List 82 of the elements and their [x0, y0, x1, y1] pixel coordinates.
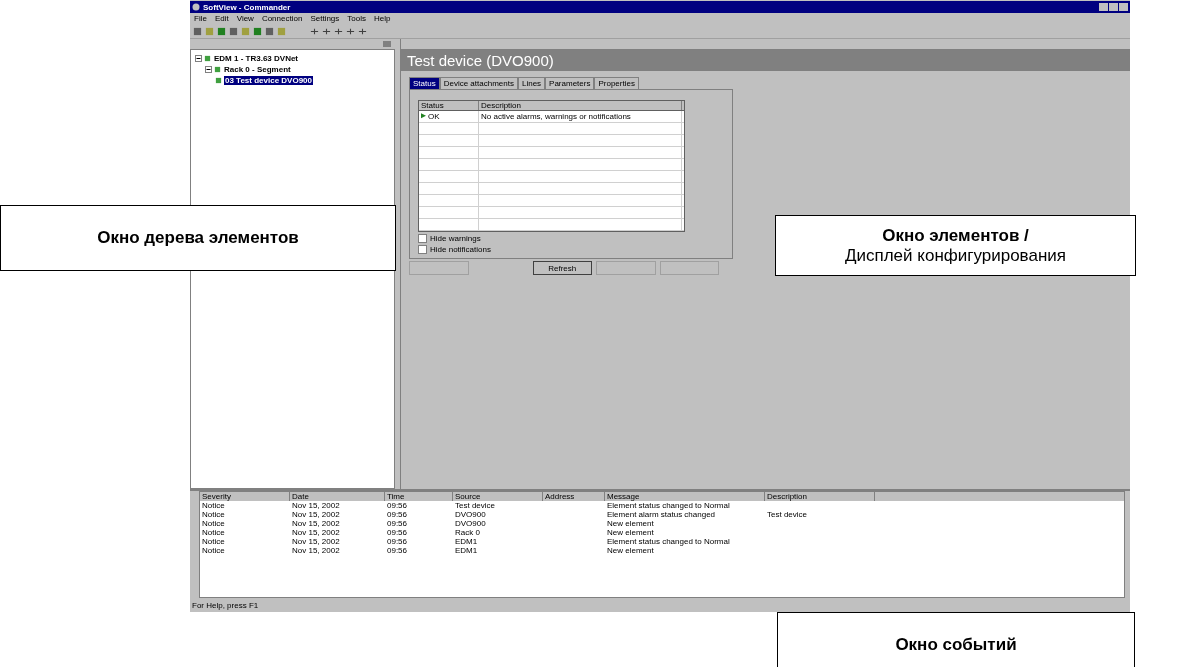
button[interactable]: Refresh	[532, 261, 592, 275]
table-cell: New element	[607, 519, 654, 528]
table-cell: 09:56	[387, 546, 408, 555]
tab[interactable]: Status	[409, 77, 440, 89]
toolbar-icon[interactable]	[346, 26, 355, 36]
flag-icon	[421, 113, 426, 120]
table-cell: Test device	[767, 510, 808, 519]
table-cell: Element alarm status changed	[607, 510, 716, 519]
checkbox-label: Hide notifications	[430, 245, 491, 254]
table-cell: No active alarms, warnings or notifications	[479, 111, 682, 122]
table-cell: Notice	[202, 528, 225, 537]
table-cell: EDM1	[455, 546, 478, 555]
status-text: For Help, press F1	[192, 600, 259, 610]
node-icon	[204, 55, 211, 62]
expander-icon[interactable]	[195, 55, 202, 62]
tree-item[interactable]: Rack 0 - Segment	[223, 65, 292, 74]
table-cell: 09:56	[387, 501, 408, 510]
menu-item[interactable]: Tools	[347, 14, 366, 23]
callout-title: Окно событий	[895, 635, 1017, 655]
table-cell: Nov 15, 2002	[292, 510, 340, 519]
menu-item[interactable]: View	[236, 14, 254, 23]
table-cell: New element	[607, 546, 654, 555]
table-cell: 09:56	[387, 528, 408, 537]
expander-icon[interactable]	[205, 66, 212, 73]
column-header[interactable]: Time	[385, 492, 453, 501]
toolbar-icon[interactable]	[334, 26, 343, 36]
node-icon	[215, 77, 222, 84]
table-cell: Test device	[455, 501, 496, 510]
tab[interactable]: Device attachments	[439, 77, 518, 89]
node-icon	[214, 66, 221, 73]
menu-item[interactable]: Connection	[261, 14, 303, 23]
table-cell: Notice	[202, 510, 225, 519]
pin-icon[interactable]	[382, 40, 392, 48]
tab[interactable]: Lines	[517, 77, 546, 89]
column-header[interactable]: Source	[453, 492, 543, 501]
tree-item[interactable]: 03 Test device DVO900	[224, 76, 313, 85]
toolbar-icon[interactable]	[310, 26, 319, 36]
callout-title: Окно дерева элементов	[97, 228, 299, 248]
tree-item[interactable]: EDM 1 - TR3.63 DVNet	[213, 54, 300, 63]
element-title: Test device (DVO900)	[407, 51, 554, 69]
column-header[interactable]: Message	[605, 492, 765, 501]
table-cell: Nov 15, 2002	[292, 519, 340, 528]
table-cell: Nov 15, 2002	[292, 546, 340, 555]
table-cell: DVO900	[455, 510, 486, 519]
menu-item[interactable]: Edit	[214, 14, 229, 23]
checkbox[interactable]	[418, 234, 427, 243]
table-cell: OK	[428, 112, 440, 121]
table-cell: Notice	[202, 546, 225, 555]
tab[interactable]: Parameters	[545, 77, 595, 89]
table-cell: Notice	[202, 501, 225, 510]
table-cell: Nov 15, 2002	[292, 501, 340, 510]
callout-subtitle: Дисплей конфигурирования	[845, 245, 1066, 266]
table-cell: Nov 15, 2002	[292, 528, 340, 537]
column-header[interactable]: Address	[543, 492, 605, 501]
menu-item[interactable]: Settings	[310, 14, 340, 23]
toolbar-icon[interactable]	[322, 26, 331, 36]
table-cell: 09:56	[387, 510, 408, 519]
checkbox[interactable]	[418, 245, 427, 254]
table-cell: Element status changed to Normal	[607, 501, 730, 510]
table-cell: Rack 0	[455, 528, 480, 537]
menu-item[interactable]: File	[194, 14, 207, 23]
table-cell: EDM1	[455, 537, 478, 546]
column-header[interactable]: Date	[290, 492, 385, 501]
table-cell: 09:56	[387, 537, 408, 546]
column-header[interactable]: Description	[765, 492, 875, 501]
column-header[interactable]: Severity	[200, 492, 290, 501]
table-cell: 09:56	[387, 519, 408, 528]
menu-item[interactable]: Help	[373, 14, 391, 23]
column-header[interactable]: Status	[419, 101, 479, 110]
table-cell: Notice	[202, 537, 225, 546]
table-cell: Notice	[202, 519, 225, 528]
table-cell: Nov 15, 2002	[292, 537, 340, 546]
app-icon	[192, 3, 200, 11]
tab[interactable]: Properties	[594, 77, 639, 89]
table-cell: New element	[607, 528, 654, 537]
toolbar-icon[interactable]	[358, 26, 367, 36]
callout-title: Окно элементов /	[882, 225, 1029, 246]
checkbox-label: Hide warnings	[430, 234, 481, 243]
table-cell: DVO900	[455, 519, 486, 528]
table-cell: Element status changed to Normal	[607, 537, 730, 546]
column-header[interactable]: Description	[479, 101, 682, 110]
window-title: SoftView - Commander	[203, 2, 291, 12]
